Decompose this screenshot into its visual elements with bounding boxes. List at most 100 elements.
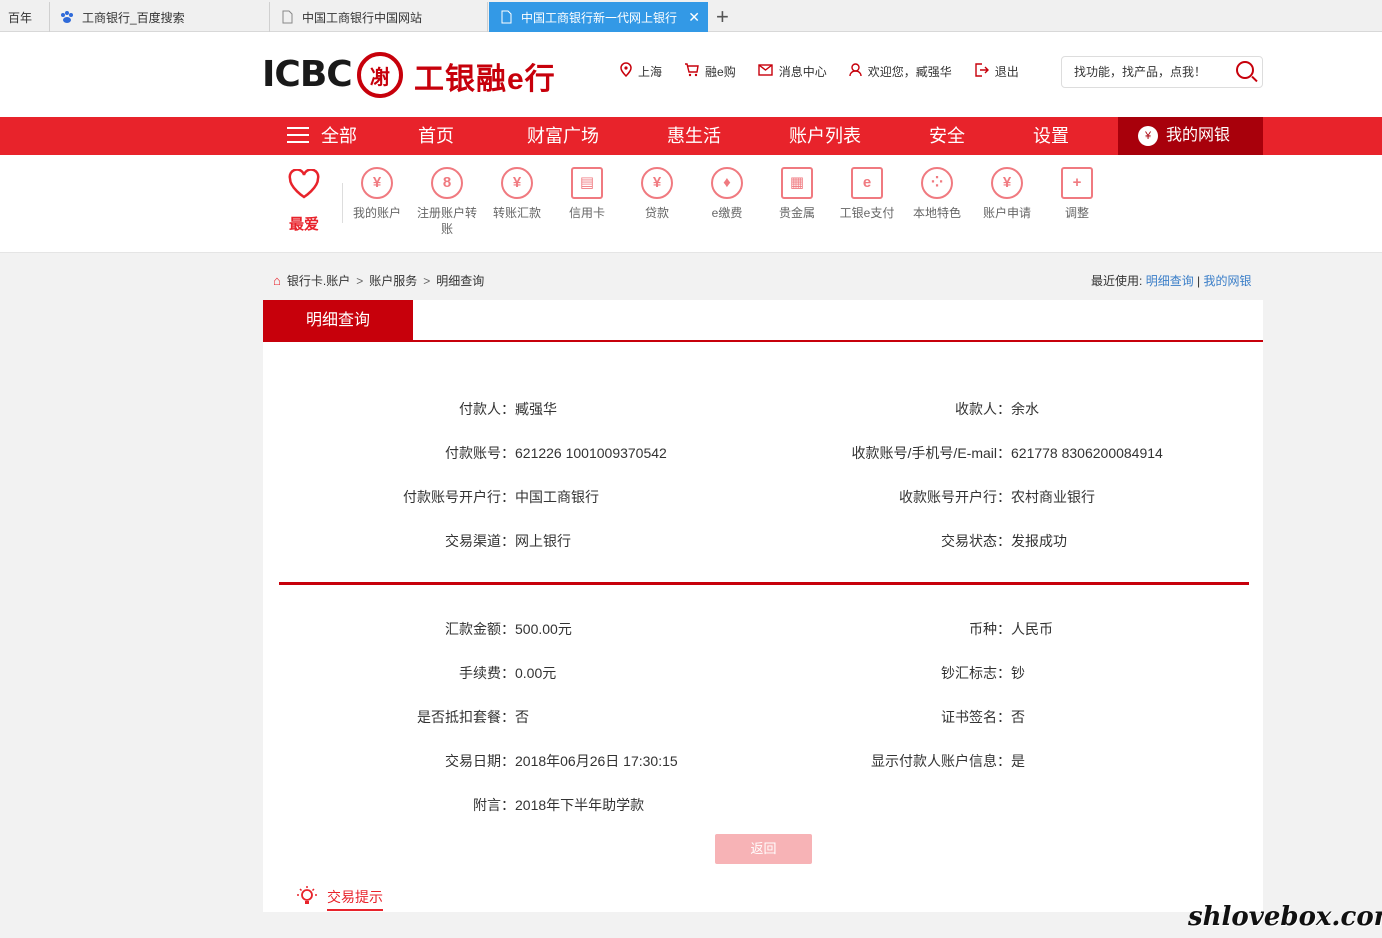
breadcrumb: ⌂ 银行卡.账户 > 账户服务 > 明细查询	[273, 272, 484, 289]
tab-title: 百年	[8, 10, 33, 25]
field-label: 付款账号：	[445, 445, 515, 461]
search-icon[interactable]	[1236, 61, 1254, 79]
field-label: 手续费：	[459, 665, 515, 681]
field-label: 证书签名：	[941, 709, 1011, 725]
shortcut-local[interactable]: ⁘ 本地特色	[902, 167, 972, 221]
local-icon: ⁘	[921, 167, 953, 199]
field-value: 2018年06月26日 17:30:15	[515, 753, 678, 769]
moneybag-icon: ¥	[641, 167, 673, 199]
browser-tab[interactable]: 工商银行_百度搜索	[50, 2, 270, 32]
baidu-paw-icon	[60, 10, 74, 24]
breadcrumb-separator: >	[356, 273, 364, 288]
gold-icon: ▦	[781, 167, 813, 199]
welcome-label: 欢迎您，臧强华	[867, 64, 952, 79]
shortcut-label: 转账汇款	[492, 206, 541, 220]
nav-wealth[interactable]: 财富广场	[527, 117, 599, 155]
nav-home[interactable]: 首页	[418, 117, 454, 155]
shortcut-precious-metal[interactable]: ▦ 贵金属	[762, 167, 832, 221]
shortcut-loan[interactable]: ¥ 贷款	[622, 167, 692, 221]
shortcut-epay[interactable]: e 工银e支付	[832, 167, 902, 221]
yuan-icon: ¥	[361, 167, 393, 199]
emall-link[interactable]: 融e购	[684, 62, 736, 80]
brand-name: 工银融e行	[414, 63, 556, 96]
tips-label[interactable]: 交易提示	[327, 887, 383, 911]
field-label: 付款人：	[459, 401, 515, 417]
shortcut-label: 注册账户转账	[416, 206, 477, 236]
nav-life[interactable]: 惠生活	[667, 117, 721, 155]
home-icon[interactable]: ⌂	[273, 273, 281, 288]
shortcut-credit-card[interactable]: ▤ 信用卡	[552, 167, 622, 221]
shortcut-label: 账户申请	[982, 206, 1031, 220]
tab-title: 中国工商银行新一代网上银行	[521, 10, 678, 25]
main-nav: 全部 首页 财富广场 惠生活 账户列表 安全 设置 ¥ 我的网银	[0, 117, 1382, 155]
field-value: 网上银行	[515, 533, 571, 549]
field-label: 钞汇标志：	[941, 665, 1011, 681]
transaction-tips: 交易提示	[263, 872, 1263, 912]
logout-link[interactable]: 退出	[974, 62, 1019, 80]
detail-row: 是否抵扣套餐： 否 证书签名： 否	[263, 707, 1263, 727]
field-value: 中国工商银行	[515, 489, 599, 505]
field-value: 是	[1011, 753, 1025, 769]
heart-icon	[284, 168, 324, 205]
detail-row: 交易日期： 2018年06月26日 17:30:15 显示付款人账户信息： 是	[263, 751, 1263, 771]
shortcut-registered-transfer[interactable]: 8 注册账户转账	[412, 167, 482, 237]
breadcrumb-item[interactable]: 银行卡.账户	[287, 272, 350, 289]
field-value: 钞	[1011, 665, 1025, 681]
menu-icon	[287, 127, 309, 144]
location-icon	[620, 62, 632, 80]
field-value: 人民币	[1011, 621, 1053, 637]
breadcrumb-item: 明细查询	[436, 274, 485, 288]
nav-accounts[interactable]: 账户列表	[789, 117, 861, 155]
field-value: 621226 1001009370542	[515, 445, 667, 461]
field-label: 币种：	[969, 621, 1011, 637]
field-value: 余水	[1011, 401, 1039, 417]
epay-icon: e	[851, 167, 883, 199]
section-divider	[279, 582, 1249, 585]
shortcut-account-apply[interactable]: ¥ 账户申请	[972, 167, 1042, 221]
shortcut-adjust[interactable]: + 调整	[1042, 167, 1112, 221]
location-link[interactable]: 上海	[620, 62, 662, 80]
detail-row: 交易渠道： 网上银行 交易状态： 发报成功	[263, 531, 1263, 551]
shortcut-label: 调整	[1064, 206, 1089, 220]
recent-link-detail[interactable]: 明细查询	[1146, 274, 1194, 288]
breadcrumb-item[interactable]: 账户服务	[369, 272, 417, 289]
back-button[interactable]: 返回	[715, 834, 812, 864]
shortcut-transfer[interactable]: ¥ 转账汇款	[482, 167, 552, 221]
shortcut-epay-bill[interactable]: ♦ e缴费	[692, 167, 762, 221]
icbc-logo[interactable]: ICBC	[262, 54, 353, 95]
shortcut-label: 本地特色	[912, 206, 961, 220]
field-label: 汇款金额：	[445, 621, 515, 637]
logout-label: 退出	[994, 64, 1019, 79]
field-value: 621778 8306200084914	[1011, 445, 1163, 461]
field-label: 收款账号开户行：	[899, 489, 1011, 505]
nav-security[interactable]: 安全	[929, 117, 965, 155]
user-link[interactable]: 欢迎您，臧强华	[849, 62, 952, 80]
field-value: 2018年下半年助学款	[515, 797, 645, 813]
nav-all[interactable]: 全部	[287, 117, 357, 155]
tab-title: 中国工商银行中国网站	[302, 10, 423, 25]
page-icon	[499, 10, 513, 24]
browser-tab[interactable]: 百年	[0, 2, 50, 32]
field-value: 否	[515, 709, 529, 725]
browser-tab-active[interactable]: 中国工商银行新一代网上银行 ✕	[489, 2, 708, 32]
favorites[interactable]: 最爱	[284, 168, 324, 234]
field-label: 收款账号/手机号/E-mail：	[851, 445, 1011, 461]
search-input[interactable]: 找功能，找产品，点我！	[1061, 56, 1263, 88]
tab-detail-query[interactable]: 明细查询	[263, 300, 413, 341]
new-tab-icon[interactable]: +	[716, 4, 729, 30]
detail-row: 手续费： 0.00元 钞汇标志： 钞	[263, 663, 1263, 683]
close-icon[interactable]: ✕	[688, 9, 700, 26]
browser-tab[interactable]: 中国工商银行中国网站	[270, 2, 488, 32]
my-bank-label: 我的网银	[1166, 127, 1231, 144]
user-icon	[849, 62, 862, 80]
message-center-link[interactable]: 消息中心	[758, 62, 827, 80]
favorites-label: 最爱	[288, 216, 319, 233]
my-bank-button[interactable]: ¥ 我的网银	[1118, 117, 1263, 155]
transfer-icon: 8	[431, 167, 463, 199]
nav-settings[interactable]: 设置	[1033, 117, 1069, 155]
shortcut-my-account[interactable]: ¥ 我的账户	[342, 167, 412, 221]
recent-link-mybank[interactable]: 我的网银	[1204, 274, 1252, 288]
detail-row: 汇款金额： 500.00元 币种： 人民币	[263, 619, 1263, 639]
field-label: 付款账号开户行：	[403, 489, 515, 505]
field-label: 收款人：	[955, 401, 1011, 417]
